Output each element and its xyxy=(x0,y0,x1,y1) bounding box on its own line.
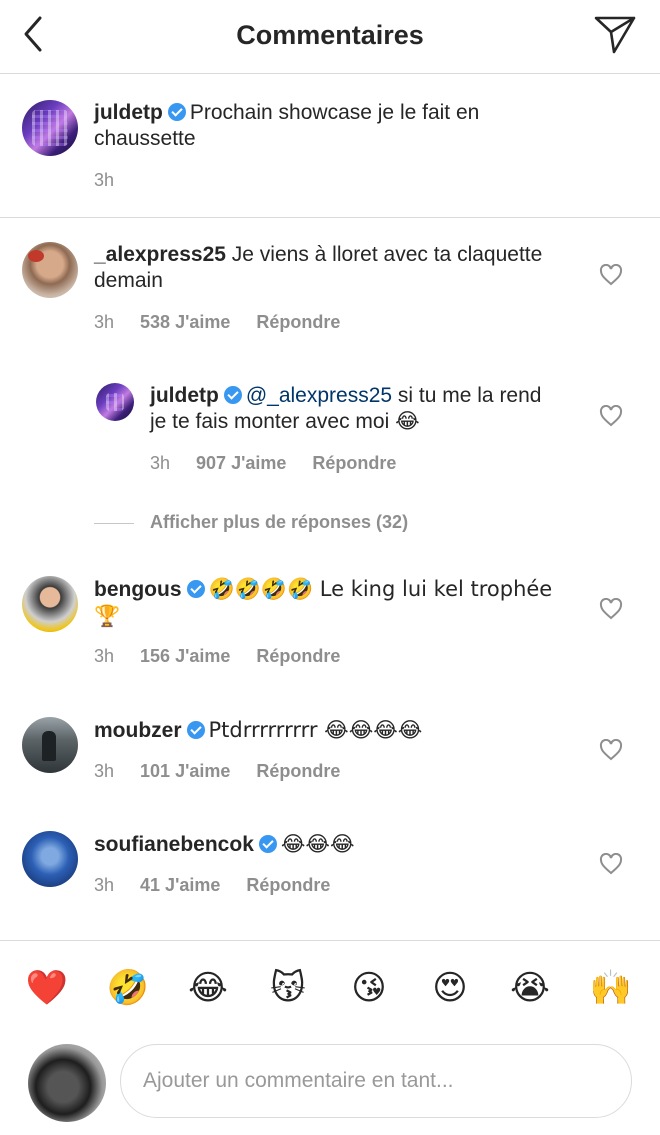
timestamp: 3h xyxy=(94,646,115,666)
post-caption: juldetp Prochain showcase je le fait en c… xyxy=(0,74,660,218)
current-user-avatar xyxy=(28,1044,106,1122)
username[interactable]: _alexpress25 xyxy=(94,243,226,266)
caption-meta: 3h xyxy=(94,170,140,191)
reply-button[interactable]: Répondre xyxy=(256,646,340,666)
more-replies-label: Afficher plus de réponses (32) xyxy=(150,512,409,532)
page-title: Commentaires xyxy=(236,20,424,50)
timestamp: 3h xyxy=(94,875,115,895)
comment-text: juldetp @_alexpress25 si tu me la rend je… xyxy=(150,383,560,435)
reply-button[interactable]: Répondre xyxy=(256,761,340,781)
heart-eyes-emoji-icon[interactable]: 😍 xyxy=(428,966,472,1010)
header: Commentaires xyxy=(0,0,660,74)
raising-hands-emoji-icon[interactable]: 🙌 xyxy=(589,966,633,1010)
avatar[interactable] xyxy=(22,242,78,298)
username[interactable]: moubzer xyxy=(94,719,182,742)
like-heart-icon[interactable] xyxy=(599,404,623,427)
avatar[interactable] xyxy=(22,717,78,773)
like-heart-icon[interactable] xyxy=(599,597,623,620)
red-heart-emoji-icon[interactable]: ❤️ xyxy=(25,966,69,1010)
comment-text: _alexpress25 Je viens à lloret avec ta c… xyxy=(94,242,564,294)
comment-body: Ptdrrrrrrrrr 😂😂😂😂 xyxy=(208,718,423,742)
emoji-quick-bar: ❤️ 🤣 😂 😽 😘 😍 😭 🙌 xyxy=(0,962,660,1018)
verified-badge-icon xyxy=(186,721,205,739)
avatar[interactable] xyxy=(22,576,78,632)
blowing-kiss-emoji-icon[interactable]: 😘 xyxy=(347,966,391,1010)
likes-count[interactable]: 907 J'aime xyxy=(196,453,286,473)
reply-button[interactable]: Répondre xyxy=(256,312,340,332)
comment-text: moubzer Ptdrrrrrrrrr 😂😂😂😂 xyxy=(94,717,564,744)
timestamp: 3h xyxy=(150,453,171,473)
verified-badge-icon xyxy=(167,103,186,121)
paper-plane-icon[interactable] xyxy=(592,12,638,56)
username[interactable]: bengous xyxy=(94,578,182,601)
likes-count[interactable]: 538 J'aime xyxy=(140,312,230,332)
comment-text: bengous 🤣🤣🤣🤣 Le king lui kel trophée 🏆 xyxy=(94,576,564,630)
comment-input[interactable] xyxy=(120,1044,632,1118)
timestamp: 3h xyxy=(94,170,115,190)
username[interactable]: soufianebencok xyxy=(94,833,254,856)
like-heart-icon[interactable] xyxy=(599,852,623,875)
kissing-cat-emoji-icon[interactable]: 😽 xyxy=(266,966,310,1010)
comment-meta: 3h 156 J'aime Répondre xyxy=(94,646,366,667)
avatar[interactable] xyxy=(22,831,78,887)
like-heart-icon[interactable] xyxy=(599,738,623,761)
likes-count[interactable]: 156 J'aime xyxy=(140,646,230,666)
reply-button[interactable]: Répondre xyxy=(246,875,330,895)
more-replies-link[interactable]: Afficher plus de réponses (32) xyxy=(94,512,408,533)
timestamp: 3h xyxy=(94,761,115,781)
avatar[interactable] xyxy=(22,100,78,156)
verified-badge-icon xyxy=(258,835,277,853)
verified-badge-icon xyxy=(186,580,205,598)
rolling-laughing-emoji-icon[interactable]: 🤣 xyxy=(106,966,150,1010)
comment-meta: 3h 538 J'aime Répondre xyxy=(94,312,366,333)
comment-meta: 3h 41 J'aime Répondre xyxy=(94,875,356,896)
comment-meta: 3h 101 J'aime Répondre xyxy=(94,761,366,782)
mention-link[interactable]: @_alexpress25 xyxy=(246,384,392,407)
likes-count[interactable]: 41 J'aime xyxy=(140,875,220,895)
divider-line xyxy=(94,522,134,524)
username[interactable]: juldetp xyxy=(150,384,219,407)
caption-text: juldetp Prochain showcase je le fait en c… xyxy=(94,100,564,152)
comment-composer xyxy=(0,1040,660,1135)
comment-meta: 3h 907 J'aime Répondre xyxy=(150,453,422,474)
reply-button[interactable]: Répondre xyxy=(312,453,396,473)
timestamp: 3h xyxy=(94,312,115,332)
divider xyxy=(0,940,660,941)
crying-emoji-icon[interactable]: 😭 xyxy=(508,966,552,1010)
verified-badge-icon xyxy=(223,386,242,404)
avatar[interactable] xyxy=(96,383,134,421)
like-heart-icon[interactable] xyxy=(599,263,623,286)
comment-body: 😂😂😂 xyxy=(280,832,355,856)
comment-text: soufianebencok 😂😂😂 xyxy=(94,831,564,858)
tears-of-joy-emoji-icon[interactable]: 😂 xyxy=(186,966,230,1010)
likes-count[interactable]: 101 J'aime xyxy=(140,761,230,781)
username[interactable]: juldetp xyxy=(94,101,163,124)
